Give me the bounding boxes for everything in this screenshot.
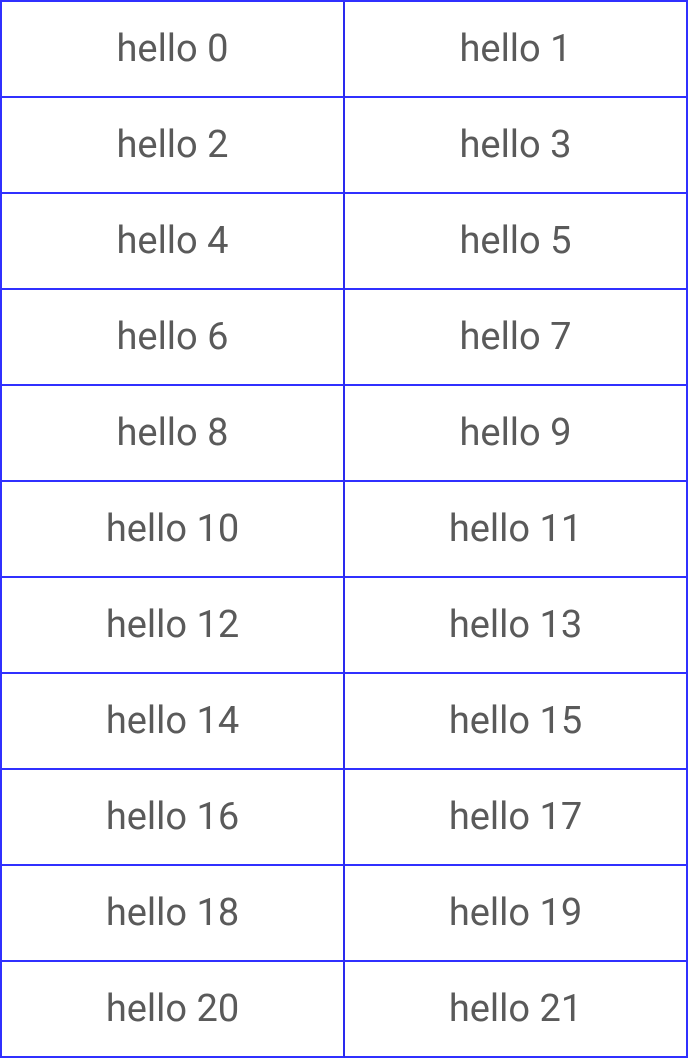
- items-grid: hello 0 hello 1 hello 2 hello 3 hello 4 …: [0, 0, 688, 1058]
- grid-item[interactable]: hello 13: [345, 578, 688, 674]
- grid-item-label: hello 2: [116, 123, 228, 167]
- grid-item-label: hello 5: [459, 219, 571, 263]
- grid-item[interactable]: hello 9: [345, 386, 688, 482]
- grid-item-label: hello 9: [459, 411, 571, 455]
- grid-item[interactable]: hello 15: [345, 674, 688, 770]
- grid-item-label: hello 19: [449, 891, 582, 935]
- grid-item[interactable]: hello 14: [2, 674, 345, 770]
- grid-item[interactable]: hello 0: [2, 2, 345, 98]
- grid-item[interactable]: hello 7: [345, 290, 688, 386]
- grid-item[interactable]: hello 5: [345, 194, 688, 290]
- grid-item[interactable]: hello 12: [2, 578, 345, 674]
- grid-item-label: hello 18: [106, 891, 239, 935]
- grid-item-label: hello 15: [449, 699, 582, 743]
- grid-item[interactable]: hello 20: [2, 962, 345, 1058]
- grid-item[interactable]: hello 21: [345, 962, 688, 1058]
- grid-item-label: hello 3: [459, 123, 571, 167]
- grid-item[interactable]: hello 11: [345, 482, 688, 578]
- grid-item-label: hello 0: [116, 27, 228, 71]
- grid-item-label: hello 13: [449, 603, 582, 647]
- grid-item[interactable]: hello 18: [2, 866, 345, 962]
- grid-item-label: hello 16: [106, 795, 239, 839]
- grid-item-label: hello 1: [459, 27, 571, 71]
- grid-item[interactable]: hello 2: [2, 98, 345, 194]
- grid-item[interactable]: hello 17: [345, 770, 688, 866]
- grid-item[interactable]: hello 1: [345, 2, 688, 98]
- grid-item-label: hello 6: [116, 315, 228, 359]
- grid-item[interactable]: hello 8: [2, 386, 345, 482]
- grid-item-label: hello 4: [116, 219, 228, 263]
- grid-item[interactable]: hello 10: [2, 482, 345, 578]
- grid-item-label: hello 14: [106, 699, 239, 743]
- grid-item[interactable]: hello 3: [345, 98, 688, 194]
- grid-item-label: hello 11: [449, 507, 582, 551]
- grid-item[interactable]: hello 6: [2, 290, 345, 386]
- grid-item[interactable]: hello 19: [345, 866, 688, 962]
- grid-item-label: hello 10: [106, 507, 239, 551]
- grid-item-label: hello 17: [449, 795, 582, 839]
- grid-item-label: hello 20: [106, 987, 239, 1031]
- grid-item[interactable]: hello 4: [2, 194, 345, 290]
- grid-item-label: hello 8: [116, 411, 228, 455]
- grid-item-label: hello 12: [106, 603, 239, 647]
- grid-item-label: hello 21: [449, 987, 582, 1031]
- grid-item[interactable]: hello 16: [2, 770, 345, 866]
- grid-item-label: hello 7: [459, 315, 571, 359]
